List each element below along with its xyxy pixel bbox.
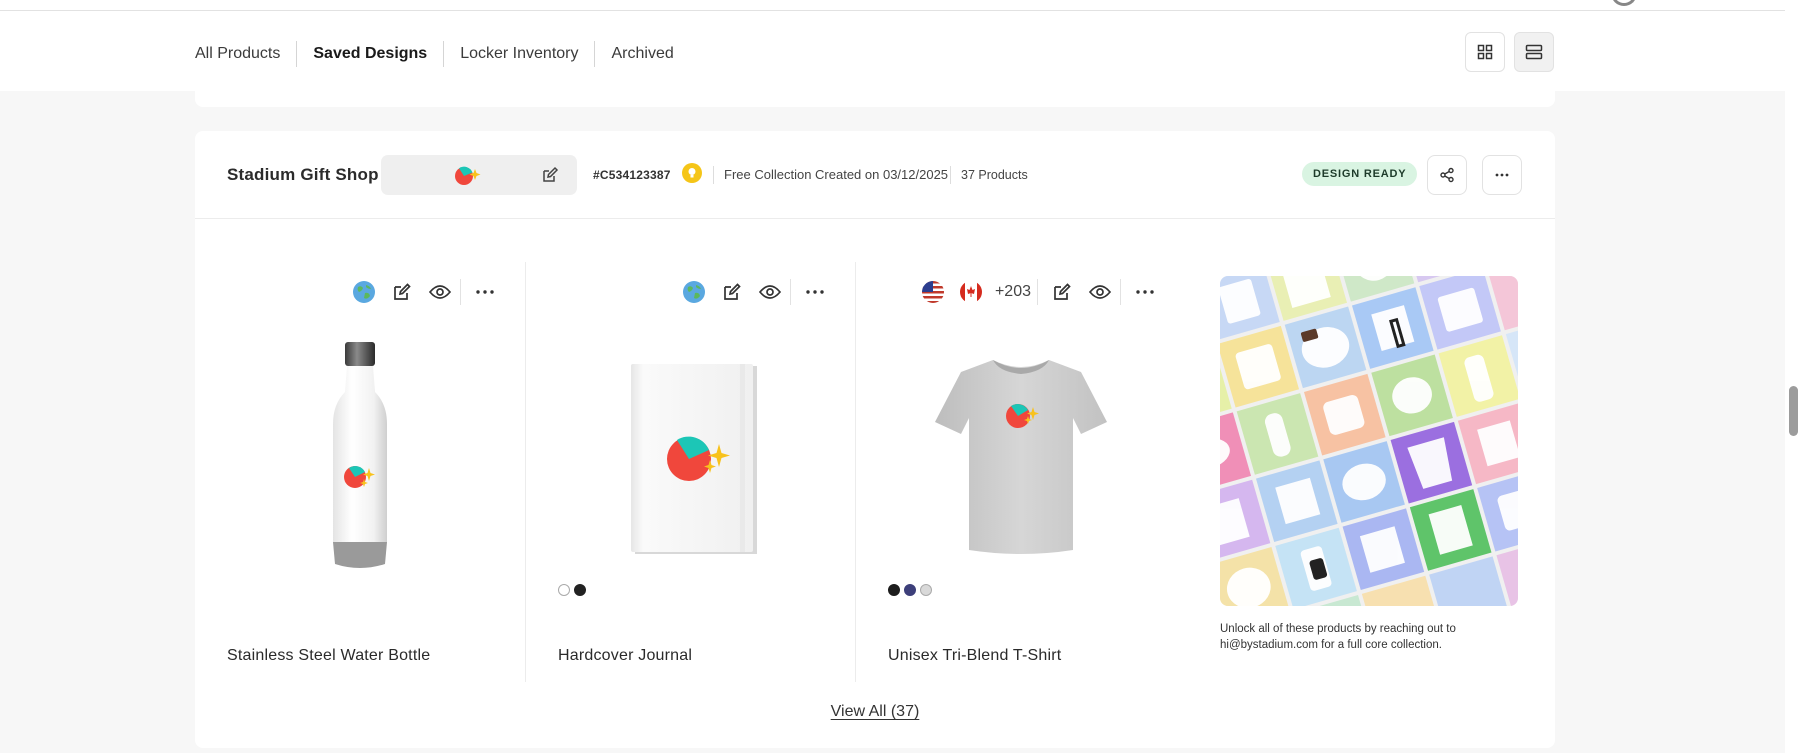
divider xyxy=(460,279,461,305)
list-view-button[interactable] xyxy=(1514,32,1554,72)
product-card[interactable]: Hardcover Journal xyxy=(525,262,855,682)
product-actions xyxy=(340,278,499,306)
status-badge: DESIGN READY xyxy=(1302,162,1418,186)
tshirt-image xyxy=(934,360,1107,554)
tab-saved-designs[interactable]: Saved Designs xyxy=(296,41,443,67)
edit-product-icon[interactable] xyxy=(388,278,416,306)
collection-id: #C534123387 xyxy=(593,168,671,182)
more-options-button[interactable] xyxy=(1482,155,1522,195)
collection-card: Stadium Gift Shop #C534123387 Free Colle… xyxy=(195,131,1555,748)
collection-tabs: All Products Saved Designs Locker Invent… xyxy=(195,41,690,67)
tab-bar: All Products Saved Designs Locker Invent… xyxy=(0,11,1785,91)
product-name[interactable]: Unisex Tri-Blend T-Shirt xyxy=(888,647,1061,665)
swatch-black[interactable] xyxy=(574,584,586,596)
canada-flag-icon[interactable] xyxy=(957,278,985,306)
account-icon-partial[interactable] xyxy=(1611,0,1637,6)
globe-icon[interactable] xyxy=(680,278,708,306)
globe-icon[interactable] xyxy=(350,278,378,306)
view-all: View All (37) xyxy=(195,703,1555,721)
color-swatches xyxy=(558,584,590,596)
tab-locker-inventory[interactable]: Locker Inventory xyxy=(443,41,594,67)
edit-product-icon[interactable] xyxy=(718,278,746,306)
grid-view-button[interactable] xyxy=(1465,32,1505,72)
us-flag-icon[interactable] xyxy=(919,278,947,306)
ellipsis-icon xyxy=(1495,173,1509,177)
ellipsis-icon[interactable] xyxy=(1131,278,1159,306)
swatch-navy[interactable] xyxy=(904,584,916,596)
ellipsis-icon[interactable] xyxy=(801,278,829,306)
lightbulb-icon[interactable] xyxy=(682,163,702,183)
scrollbar-thumb[interactable] xyxy=(1789,386,1798,436)
product-actions: +203 xyxy=(909,278,1159,306)
tab-archived[interactable]: Archived xyxy=(594,41,689,67)
product-card[interactable]: Stainless Steel Water Bottle xyxy=(195,262,525,682)
color-swatches xyxy=(888,584,936,596)
journal-image xyxy=(630,364,757,554)
collection-header: Stadium Gift Shop #C534123387 Free Colle… xyxy=(195,131,1555,219)
product-actions xyxy=(670,278,829,306)
edit-product-icon[interactable] xyxy=(1048,278,1076,306)
collection-logo-box xyxy=(381,155,577,195)
share-button[interactable] xyxy=(1427,155,1467,195)
extra-regions-count[interactable]: +203 xyxy=(995,283,1031,301)
divider xyxy=(1120,279,1121,305)
previous-collection-card xyxy=(195,91,1555,107)
scrollbar[interactable] xyxy=(1785,0,1802,753)
collection-name: Stadium Gift Shop xyxy=(227,165,379,184)
promo-text: Unlock all of these products by reaching… xyxy=(1220,623,1456,651)
rows-icon xyxy=(1525,44,1543,60)
divider xyxy=(1037,279,1038,305)
swatch-black[interactable] xyxy=(888,584,900,596)
product-name[interactable]: Stainless Steel Water Bottle xyxy=(227,647,430,665)
top-header-strip xyxy=(0,0,1785,11)
eye-icon[interactable] xyxy=(756,278,784,306)
grid-icon xyxy=(1477,44,1493,60)
swatch-white[interactable] xyxy=(558,584,570,596)
eye-icon[interactable] xyxy=(426,278,454,306)
product-card[interactable]: +203 Unisex Tri-Blend T-Shirt xyxy=(855,262,1185,682)
collection-product-count: 37 Products xyxy=(950,166,1028,184)
edit-logo-icon[interactable] xyxy=(541,166,559,184)
product-name[interactable]: Hardcover Journal xyxy=(558,647,692,665)
share-icon xyxy=(1440,167,1454,183)
eye-icon[interactable] xyxy=(1086,278,1114,306)
water-bottle-image xyxy=(333,342,387,568)
collection-created-date: Free Collection Created on 03/12/2025 xyxy=(713,166,948,184)
product-collage-image xyxy=(1220,276,1518,606)
brand-logo-icon xyxy=(455,166,481,185)
ellipsis-icon[interactable] xyxy=(471,278,499,306)
swatch-heather-grey[interactable] xyxy=(920,584,932,596)
divider xyxy=(790,279,791,305)
tab-all-products[interactable]: All Products xyxy=(195,41,296,67)
view-all-link[interactable]: View All (37) xyxy=(831,703,920,720)
